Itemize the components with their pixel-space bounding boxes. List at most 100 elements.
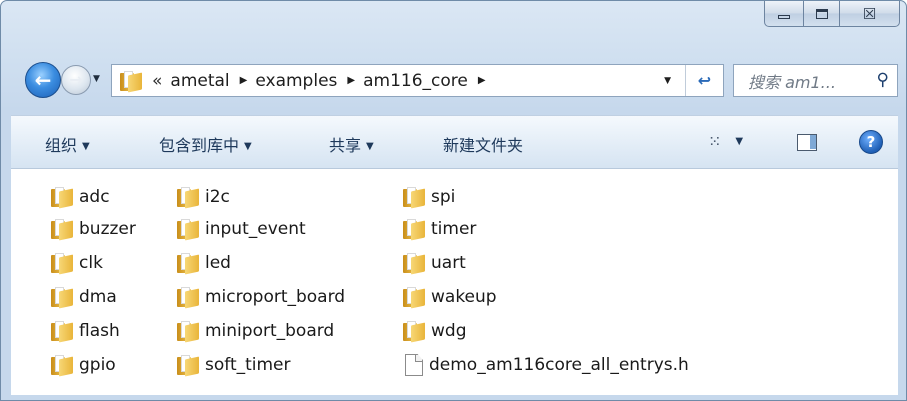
folder-icon xyxy=(403,287,425,309)
forward-button[interactable]: → xyxy=(61,65,91,95)
folder-icon xyxy=(51,355,73,377)
list-item[interactable]: gpio xyxy=(51,353,116,377)
refresh-icon: ↩ xyxy=(697,71,712,90)
folder-icon xyxy=(177,287,199,309)
folder-icon xyxy=(403,321,425,343)
minimize-button[interactable] xyxy=(764,1,804,27)
help-icon: ? xyxy=(866,133,876,151)
folder-icon xyxy=(177,321,199,343)
item-label: led xyxy=(205,253,231,273)
item-label: wdg xyxy=(431,321,467,341)
address-bar[interactable]: « ametal ▶ examples ▶ am116_core ▶ ▼ ↩ xyxy=(111,64,724,97)
list-item[interactable]: buzzer xyxy=(51,217,136,241)
include-in-library-menu[interactable]: 包含到库中 ▼ xyxy=(159,132,252,156)
help-button[interactable]: ? xyxy=(859,130,883,154)
share-menu[interactable]: 共享 ▼ xyxy=(329,132,374,156)
chevron-down-icon: ▼ xyxy=(366,141,374,152)
list-item[interactable]: wakeup xyxy=(403,285,497,309)
folder-icon xyxy=(177,219,199,241)
file-list: adc buzzer clk dma flash gpio i2c input_… xyxy=(11,169,898,395)
folder-icon xyxy=(51,253,73,275)
item-label: soft_timer xyxy=(205,355,291,375)
chevron-down-icon: ▼ xyxy=(82,141,90,152)
item-label: uart xyxy=(431,253,466,273)
search-box[interactable]: 搜索 am1... ⚲ xyxy=(733,64,898,97)
item-label: spi xyxy=(431,187,456,207)
refresh-button[interactable]: ↩ xyxy=(685,65,723,96)
include-in-library-label: 包含到库中 xyxy=(159,136,240,155)
folder-icon xyxy=(177,355,199,377)
item-label: clk xyxy=(79,253,103,273)
item-label: buzzer xyxy=(79,219,136,239)
close-button[interactable]: ☒ xyxy=(840,1,900,27)
maximize-button[interactable] xyxy=(804,1,840,27)
breadcrumb-separator-icon[interactable]: ▶ xyxy=(478,75,486,86)
folder-icon xyxy=(120,70,142,92)
folder-icon xyxy=(403,187,425,209)
navigation-bar: ← → ▼ « ametal ▶ examples ▶ am116_core ▶… xyxy=(1,59,906,101)
breadcrumb-separator-icon[interactable]: ▶ xyxy=(347,75,355,86)
breadcrumb-am116-core[interactable]: am116_core xyxy=(363,71,468,91)
list-item[interactable]: clk xyxy=(51,251,103,275)
item-label: timer xyxy=(431,219,477,239)
preview-pane-button[interactable] xyxy=(797,134,817,151)
list-item[interactable]: input_event xyxy=(177,217,306,241)
item-label: i2c xyxy=(205,187,230,207)
folder-icon xyxy=(51,187,73,209)
back-arrow-icon: ← xyxy=(34,68,52,92)
item-label: miniport_board xyxy=(205,321,335,341)
list-item[interactable]: demo_am116core_all_entrys.h xyxy=(405,353,689,377)
list-item[interactable]: spi xyxy=(403,185,455,209)
back-button[interactable]: ← xyxy=(25,62,61,98)
address-dropdown-icon[interactable]: ▼ xyxy=(664,76,671,86)
list-item[interactable]: timer xyxy=(403,217,476,241)
list-item[interactable]: uart xyxy=(403,251,466,275)
view-options-icon: ⁙ xyxy=(708,132,722,151)
list-item[interactable]: led xyxy=(177,251,231,275)
item-label: dma xyxy=(79,287,117,307)
new-folder-label: 新建文件夹 xyxy=(443,136,524,155)
organize-label: 组织 xyxy=(45,136,78,155)
folder-icon xyxy=(403,253,425,275)
list-item[interactable]: dma xyxy=(51,285,117,309)
minimize-icon xyxy=(778,14,790,19)
folder-icon xyxy=(403,219,425,241)
breadcrumb-ametal[interactable]: ametal xyxy=(170,71,229,91)
breadcrumb-separator-icon[interactable]: ▶ xyxy=(240,75,248,86)
item-label: flash xyxy=(79,321,120,341)
search-icon[interactable]: ⚲ xyxy=(877,70,889,90)
change-view-button[interactable]: ⁙ ▼ xyxy=(708,132,743,151)
folder-icon xyxy=(177,187,199,209)
new-folder-button[interactable]: 新建文件夹 xyxy=(443,132,523,156)
breadcrumb-examples[interactable]: examples xyxy=(255,71,337,91)
list-item[interactable]: soft_timer xyxy=(177,353,291,377)
close-icon: ☒ xyxy=(862,4,877,23)
list-item[interactable]: miniport_board xyxy=(177,319,334,343)
list-item[interactable]: microport_board xyxy=(177,285,345,309)
organize-menu[interactable]: 组织 ▼ xyxy=(45,132,90,156)
item-label: gpio xyxy=(79,355,116,375)
history-dropdown-icon[interactable]: ▼ xyxy=(93,74,100,84)
list-item[interactable]: adc xyxy=(51,185,110,209)
chevron-down-icon: ▼ xyxy=(735,136,744,147)
item-label: demo_am116core_all_entrys.h xyxy=(429,355,689,375)
list-item[interactable]: flash xyxy=(51,319,120,343)
file-icon xyxy=(405,354,423,376)
folder-icon xyxy=(177,253,199,275)
maximize-icon xyxy=(815,8,828,19)
item-label: input_event xyxy=(205,219,306,239)
share-label: 共享 xyxy=(329,136,362,155)
address-overflow-button[interactable]: « xyxy=(152,71,162,91)
folder-icon xyxy=(51,321,73,343)
forward-arrow-icon: → xyxy=(69,70,83,89)
search-input[interactable]: 搜索 am1... xyxy=(748,69,836,93)
list-item[interactable]: i2c xyxy=(177,185,230,209)
item-label: wakeup xyxy=(431,287,497,307)
command-bar: 组织 ▼ 包含到库中 ▼ 共享 ▼ 新建文件夹 ⁙ ▼ ? xyxy=(11,115,898,169)
item-label: adc xyxy=(79,187,110,207)
folder-icon xyxy=(51,287,73,309)
folder-icon xyxy=(51,219,73,241)
list-item[interactable]: wdg xyxy=(403,319,467,343)
item-label: microport_board xyxy=(205,287,346,307)
chevron-down-icon: ▼ xyxy=(244,141,252,152)
